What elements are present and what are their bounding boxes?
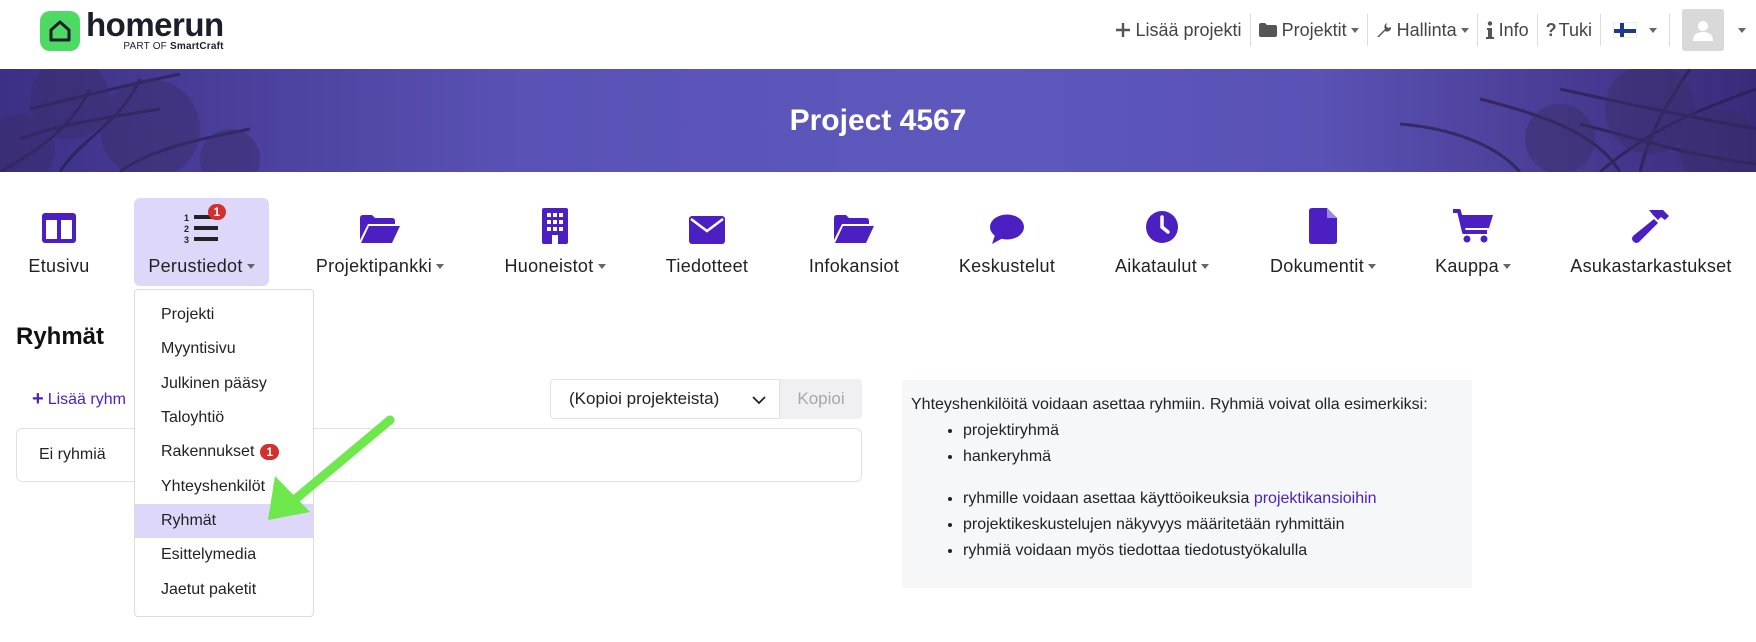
columns-icon xyxy=(41,198,77,244)
admin-dropdown[interactable]: Hallinta xyxy=(1368,10,1477,50)
add-group-link[interactable]: + Lisää ryhm xyxy=(32,388,126,411)
avatar xyxy=(1682,9,1724,51)
language-dropdown[interactable] xyxy=(1601,10,1669,50)
menu-item-yhteyshenkilot[interactable]: Yhteyshenkilöt xyxy=(135,469,313,503)
project-title: Project 4567 xyxy=(789,103,967,137)
perustiedot-dropdown-menu: Projekti Myyntisivu Julkinen pääsy Taloy… xyxy=(134,289,314,617)
module-kauppa[interactable]: Kauppa xyxy=(1432,198,1514,286)
top-navbar: homerun PART OF SmartCraft Lisää projekt… xyxy=(0,0,1756,69)
folder-icon xyxy=(1258,23,1277,37)
info-list-examples: projektiryhmä hankeryhmä xyxy=(911,418,1463,470)
hammer-icon xyxy=(1631,198,1671,244)
module-projektipankki[interactable]: Projektipankki xyxy=(312,198,448,286)
menu-item-jaetut-paketit[interactable]: Jaetut paketit xyxy=(135,572,313,606)
info-intro: Yhteyshenkilöitä voidaan asettaa ryhmiin… xyxy=(911,396,1428,413)
svg-text:3: 3 xyxy=(184,235,189,244)
envelope-icon xyxy=(689,198,725,244)
svg-text:1: 1 xyxy=(184,213,189,223)
module-dokumentit[interactable]: Dokumentit xyxy=(1268,198,1378,286)
folder-open-icon xyxy=(360,198,400,244)
wrench-icon xyxy=(1376,22,1392,38)
home-icon xyxy=(40,11,80,51)
rakennukset-badge: 1 xyxy=(260,444,280,461)
perustiedot-badge: 1 xyxy=(207,204,227,220)
module-infokansiot[interactable]: Infokansiot xyxy=(804,198,904,286)
list-item: projektiryhmä xyxy=(963,418,1463,444)
plus-icon xyxy=(1115,22,1131,38)
folder-open-icon xyxy=(834,198,874,244)
list-ol-icon: 123 1 xyxy=(184,198,227,244)
module-perustiedot[interactable]: 123 1 Perustiedot xyxy=(134,198,269,286)
question-icon: ? xyxy=(1545,19,1557,40)
menu-item-esittelymedia[interactable]: Esittelymedia xyxy=(135,538,313,572)
info-panel: Yhteyshenkilöitä voidaan asettaa ryhmiin… xyxy=(902,380,1472,588)
empty-message: Ei ryhmiä xyxy=(39,446,106,463)
menu-item-rakennukset[interactable]: Rakennukset 1 xyxy=(135,435,313,469)
module-huoneistot[interactable]: Huoneistot xyxy=(500,198,610,286)
list-item: ryhmille voidaan asettaa käyttöoikeuksia… xyxy=(963,486,1463,512)
add-project-link[interactable]: Lisää projekti xyxy=(1107,10,1250,50)
file-icon xyxy=(1309,198,1337,244)
projects-dropdown[interactable]: Projektit xyxy=(1251,10,1367,50)
menu-item-projekti[interactable]: Projekti xyxy=(135,298,313,332)
brand-name: homerun xyxy=(86,6,224,43)
page-title: Ryhmät xyxy=(16,323,105,350)
comment-icon xyxy=(989,198,1025,244)
project-folders-link[interactable]: projektikansioihin xyxy=(1254,490,1377,507)
module-etusivu[interactable]: Etusivu xyxy=(18,198,100,286)
menu-item-taloyhtio[interactable]: Taloyhtiö xyxy=(135,401,313,435)
info-icon xyxy=(1485,21,1494,39)
list-item: ryhmiä voidaan myös tiedottaa tiedotusty… xyxy=(963,538,1463,564)
module-keskustelut[interactable]: Keskustelut xyxy=(956,198,1058,286)
help-link[interactable]: ? Tuki xyxy=(1538,10,1600,50)
menu-item-ryhmat[interactable]: Ryhmät xyxy=(135,503,313,539)
user-menu[interactable] xyxy=(1670,9,1756,51)
info-link[interactable]: Info xyxy=(1478,10,1537,50)
project-banner: Project 4567 xyxy=(0,69,1756,172)
svg-text:2: 2 xyxy=(184,224,189,234)
shopping-cart-icon xyxy=(1453,198,1493,244)
module-nav: Etusivu 123 1 Perustiedot Projektipankki… xyxy=(0,198,1756,288)
list-item: hankeryhmä xyxy=(963,444,1463,470)
module-tiedotteet[interactable]: Tiedotteet xyxy=(660,198,754,286)
module-aikataulut[interactable]: Aikataulut xyxy=(1110,198,1214,286)
top-nav-menu: Lisää projekti Projektit Hallinta Info ? xyxy=(1107,9,1756,51)
menu-item-myyntisivu[interactable]: Myyntisivu xyxy=(135,332,313,366)
chevron-down-icon xyxy=(751,392,767,413)
finnish-flag-icon xyxy=(1613,22,1637,38)
copy-project-select[interactable]: (Kopioi projekteista) xyxy=(550,379,780,419)
homerun-logo[interactable]: homerun PART OF SmartCraft xyxy=(40,6,224,52)
copy-from-project-group: (Kopioi projekteista) Kopioi xyxy=(550,379,862,419)
list-item: projektikeskustelujen näkyvyys määritetä… xyxy=(963,512,1463,538)
info-list-features: ryhmille voidaan asettaa käyttöoikeuksia… xyxy=(911,486,1463,564)
menu-item-julkinen-paasy[interactable]: Julkinen pääsy xyxy=(135,367,313,401)
building-icon xyxy=(541,198,569,244)
copy-button[interactable]: Kopioi xyxy=(780,379,862,419)
clock-icon xyxy=(1145,198,1179,244)
plus-icon: + xyxy=(32,388,44,410)
module-asukastarkastukset[interactable]: Asukastarkastukset xyxy=(1566,198,1736,286)
